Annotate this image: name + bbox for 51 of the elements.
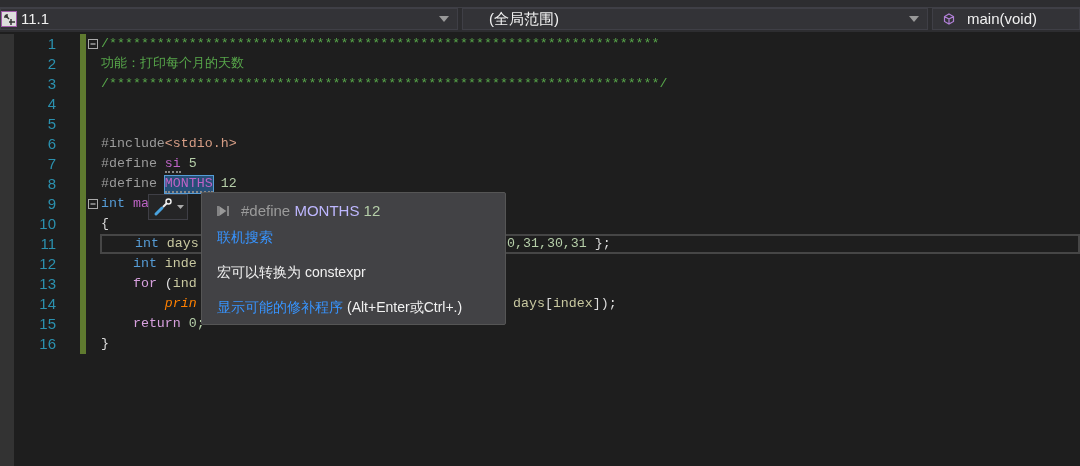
code-line: return 0;	[131, 315, 205, 334]
line-number: 16	[38, 333, 56, 354]
line-number: 3	[46, 73, 56, 94]
code-line: #define MONTHS 12	[100, 175, 237, 194]
macro-icon	[217, 206, 231, 216]
screwdriver-icon	[152, 197, 173, 217]
shortcut-hint: (Alt+Enter或Ctrl+.)	[347, 298, 463, 317]
macro-signature: #define MONTHS 12	[241, 200, 381, 221]
line-number: 11	[39, 233, 56, 254]
code-line: days[index]);	[511, 295, 617, 314]
code-line: #include<stdio.h>	[100, 135, 237, 154]
code-line: for (ind	[131, 275, 197, 294]
line-number: 2	[46, 53, 56, 74]
dropdown-arrow-icon[interactable]	[439, 16, 449, 22]
collapse-icon[interactable]	[88, 39, 98, 49]
scope-name: (全局范围)	[489, 8, 560, 29]
member-name: main(void)	[967, 8, 1038, 29]
cube-icon	[943, 13, 955, 25]
code-line: 功能：打印每个月的天数	[100, 55, 244, 74]
code-line: prin	[163, 295, 197, 314]
member-dropdown[interactable]: main(void)	[932, 8, 1080, 30]
line-number: 15	[38, 313, 56, 334]
line-number: 9	[46, 193, 56, 214]
project-name: 11.1	[21, 8, 51, 29]
line-number: 6	[46, 133, 56, 154]
code-line: int ma	[100, 195, 149, 214]
line-number: 13	[38, 273, 56, 294]
code-line: {	[100, 215, 109, 234]
code-line: int inde	[131, 255, 197, 274]
line-number: 14	[38, 293, 56, 314]
code-line: /*********************************************************************/	[100, 75, 668, 94]
line-number: 1	[46, 33, 56, 54]
code-line: #define si 5	[100, 155, 197, 174]
line-number: 8	[46, 173, 56, 194]
project-dropdown[interactable]: 11.1	[0, 8, 458, 30]
line-number: 7	[46, 153, 56, 174]
line-number: 10	[38, 213, 56, 234]
code-line: int days	[133, 235, 199, 254]
line-number: 12	[38, 253, 56, 274]
code-line: /*********************************************************************	[100, 35, 660, 54]
dropdown-arrow-icon[interactable]	[909, 16, 919, 22]
line-number: 5	[46, 113, 56, 134]
quick-actions-button[interactable]	[148, 194, 188, 220]
code-line: 0,31,30,31 };	[507, 235, 611, 254]
code-line: }	[100, 335, 109, 354]
project-icon	[1, 11, 17, 27]
scope-dropdown[interactable]: (全局范围)	[462, 8, 928, 30]
caret-icon	[176, 205, 184, 209]
collapse-icon[interactable]	[88, 199, 98, 209]
line-number: 4	[46, 93, 56, 114]
popup-message: 宏可以转换为 constexpr	[217, 263, 367, 282]
